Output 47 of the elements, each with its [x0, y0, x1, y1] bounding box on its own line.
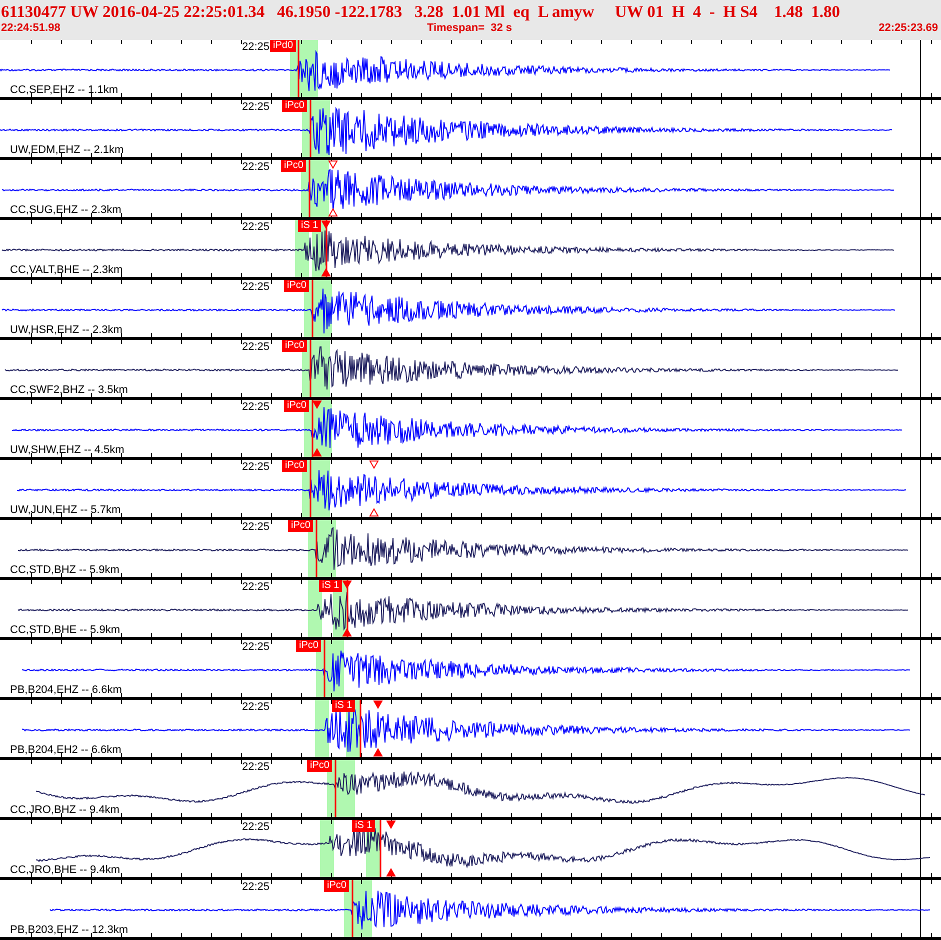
pick-label[interactable]: iPc0 — [296, 640, 322, 652]
pick-label[interactable]: iPc0 — [282, 460, 308, 472]
pick-label[interactable]: iPc0 — [324, 880, 350, 892]
station-label: CC,JRO,BHZ -- 9.4km — [10, 804, 120, 817]
time-label: 22:25 — [242, 881, 270, 894]
pick-label[interactable]: iPc0 — [284, 280, 310, 292]
time-label: 22:25 — [242, 581, 270, 594]
station-label: UW,HSR,EHZ -- 2.3km — [10, 324, 122, 337]
time-label: 22:25 — [242, 41, 270, 54]
station-label: CC,SWF2,BHZ -- 3.5km — [10, 384, 128, 397]
station-label: PB,B204,EHZ -- 6.6km — [10, 684, 122, 697]
event-summary: 61130477 UW 2016-04-25 22:25:01.34 46.1950 -122.1783 3.28 1.01 Ml eq L amyw UW 01 H 4 - H S4 1.48 1.80 — [0, 1, 842, 21]
station-label: UW,SHW,EHZ -- 4.5km — [10, 444, 124, 457]
station-label: PB,B203,EHZ -- 12.3km — [10, 924, 128, 937]
station-label: CC,SEP,EHZ -- 1.1km — [10, 84, 118, 97]
pick-label[interactable]: iPc0 — [281, 160, 306, 172]
station-label: PB,B204,EH2 -- 6.6km — [10, 744, 122, 757]
pick-label[interactable]: iPc0 — [307, 760, 332, 772]
station-label: UW,EDM,EHZ -- 2.1km — [10, 144, 124, 157]
pick-label[interactable]: iPc0 — [288, 520, 314, 532]
time-label: 22:25 — [242, 461, 270, 474]
station-label: CC,STD,BHZ -- 5.9km — [10, 564, 120, 577]
start-time: 22:24:51.98 — [1, 21, 60, 35]
time-label: 22:25 — [242, 821, 270, 834]
time-label: 22:25 — [242, 701, 270, 714]
pick-label[interactable]: iPc0 — [282, 340, 308, 352]
station-label: CC,STD,BHE -- 5.9km — [10, 624, 120, 637]
time-label: 22:25 — [242, 101, 270, 114]
end-time: 22:25:23.69 — [878, 21, 938, 35]
timespan-label: Timespan= 32 s — [426, 21, 512, 35]
time-label: 22:25 — [242, 221, 270, 234]
time-label: 22:25 — [242, 401, 270, 414]
pick-label[interactable]: iPd0 — [270, 40, 296, 52]
time-label: 22:25 — [242, 641, 270, 654]
station-label: UW,JUN,EHZ -- 5.7km — [10, 504, 121, 517]
station-label: CC,VALT,BHE -- 2.3km — [10, 264, 123, 277]
time-label: 22:25 — [242, 161, 270, 174]
time-label: 22:25 — [242, 341, 270, 354]
station-label: CC,SUG,EHZ -- 2.3km — [10, 204, 122, 217]
pick-label[interactable]: iS 1 — [352, 820, 376, 832]
pick-label[interactable]: iS 1 — [332, 700, 356, 712]
time-label: 22:25 — [242, 521, 270, 534]
pick-label[interactable]: iPc0 — [284, 400, 310, 412]
time-label: 22:25 — [242, 761, 270, 774]
station-label: CC,JRO,BHE -- 9.4km — [10, 864, 120, 877]
time-label: 22:25 — [242, 281, 270, 294]
pick-label[interactable]: iPc0 — [282, 100, 308, 112]
